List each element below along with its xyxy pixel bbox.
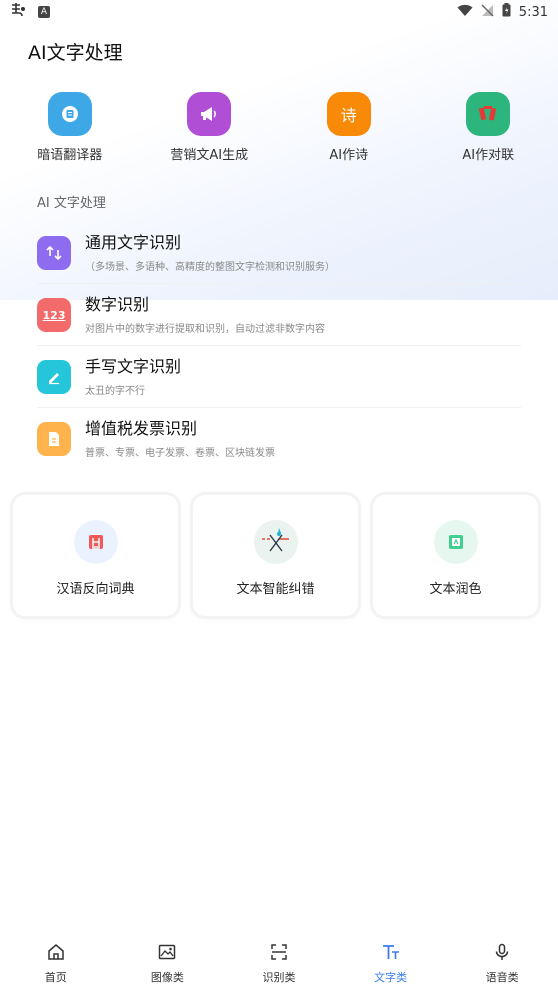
home-icon	[47, 943, 65, 965]
tool-label: AI作诗	[329, 148, 369, 163]
megaphone-icon	[187, 92, 232, 136]
couplet-icon	[466, 92, 511, 136]
tool-ai-poem[interactable]: 诗 AI作诗	[279, 92, 419, 172]
nav-label: 文字类	[374, 971, 408, 984]
battery-icon	[502, 3, 511, 21]
correction-icon	[253, 520, 298, 564]
app-notification-icon	[10, 2, 28, 22]
tool-label: 暗语翻译器	[37, 148, 103, 163]
list-item-title: 通用文字识别	[85, 233, 182, 252]
top-tools: 暗语翻译器 营销文AI生成 诗 AI作诗 AI作对联	[0, 92, 558, 172]
list-item-general-ocr[interactable]: 通用文字识别 （多场景、多语种、高精度的整图文字检测和识别服务）	[37, 222, 521, 284]
poem-glyph: 诗	[340, 106, 357, 125]
nav-voice[interactable]: 语音类	[446, 935, 558, 992]
general-ocr-icon	[37, 236, 71, 270]
text-icon	[382, 943, 400, 965]
wifi-icon	[457, 4, 473, 21]
list-item-handwriting-ocr[interactable]: 手写文字识别 太丑的字不行	[37, 346, 521, 408]
list-item-title: 增值税发票识别	[85, 419, 198, 438]
accessibility-icon: A	[38, 6, 50, 18]
list-item-title: 手写文字识别	[85, 357, 182, 376]
card-reverse-dictionary[interactable]: 汉语反向词典	[13, 495, 178, 616]
tool-dark-translator[interactable]: 暗语翻译器	[0, 92, 140, 172]
nav-label: 图像类	[150, 971, 184, 984]
nav-label: 首页	[44, 971, 67, 984]
card-label: 汉语反向词典	[56, 582, 135, 597]
dictionary-icon	[73, 520, 118, 564]
card-label: 文本智能纠错	[236, 582, 315, 597]
scan-icon	[270, 943, 288, 965]
list-item-title: 数字识别	[85, 295, 150, 314]
status-time: 5:31	[518, 4, 548, 20]
no-signal-icon	[481, 4, 494, 21]
tool-label: AI作对联	[462, 148, 515, 163]
card-text-correction[interactable]: 文本智能纠错	[193, 495, 358, 616]
page-title: AI文字处理	[28, 42, 123, 64]
number-glyph: 123	[42, 308, 66, 322]
nav-home[interactable]: 首页	[0, 935, 112, 992]
invoice-icon	[37, 422, 71, 456]
bottom-nav: 首页 图像类 识别类 文字类 语音类	[0, 935, 558, 992]
number-ocr-icon: 123	[37, 298, 71, 332]
list-item-invoice-ocr[interactable]: 增值税发票识别 普票、专票、电子发票、卷票、区块链发票	[37, 408, 521, 470]
card-label: 文本润色	[429, 582, 482, 597]
handwriting-icon	[37, 360, 71, 394]
image-icon	[158, 943, 176, 965]
nav-label: 识别类	[262, 971, 296, 984]
nav-text[interactable]: 文字类	[335, 935, 447, 992]
nav-image[interactable]: 图像类	[112, 935, 224, 992]
status-bar: A 5:31	[0, 0, 558, 24]
tool-marketing-ai[interactable]: 营销文AI生成	[140, 92, 280, 172]
tool-label: 营销文AI生成	[170, 148, 249, 163]
list-item-subtitle: 太丑的字不行	[85, 386, 145, 397]
card-text-polish[interactable]: 文本润色	[373, 495, 538, 616]
ocr-list: 通用文字识别 （多场景、多语种、高精度的整图文字检测和识别服务） 123 数字识…	[37, 222, 521, 470]
feature-cards: 汉语反向词典 文本智能纠错 文本润色	[13, 495, 538, 616]
tool-ai-couplet[interactable]: AI作对联	[419, 92, 558, 172]
list-item-subtitle: 普票、专票、电子发票、卷票、区块链发票	[85, 448, 275, 459]
translate-icon	[47, 92, 92, 136]
list-item-subtitle: 对图片中的数字进行提取和识别，自动过滤非数字内容	[85, 324, 325, 335]
nav-recognition[interactable]: 识别类	[223, 935, 335, 992]
section-title: AI 文字处理	[37, 196, 106, 211]
nav-label: 语音类	[485, 971, 519, 984]
list-item-subtitle: （多场景、多语种、高精度的整图文字检测和识别服务）	[85, 262, 335, 273]
mic-icon	[493, 943, 511, 965]
polish-icon	[433, 520, 478, 564]
poem-icon: 诗	[326, 92, 371, 136]
list-item-number-ocr[interactable]: 123 数字识别 对图片中的数字进行提取和识别，自动过滤非数字内容	[37, 284, 521, 346]
